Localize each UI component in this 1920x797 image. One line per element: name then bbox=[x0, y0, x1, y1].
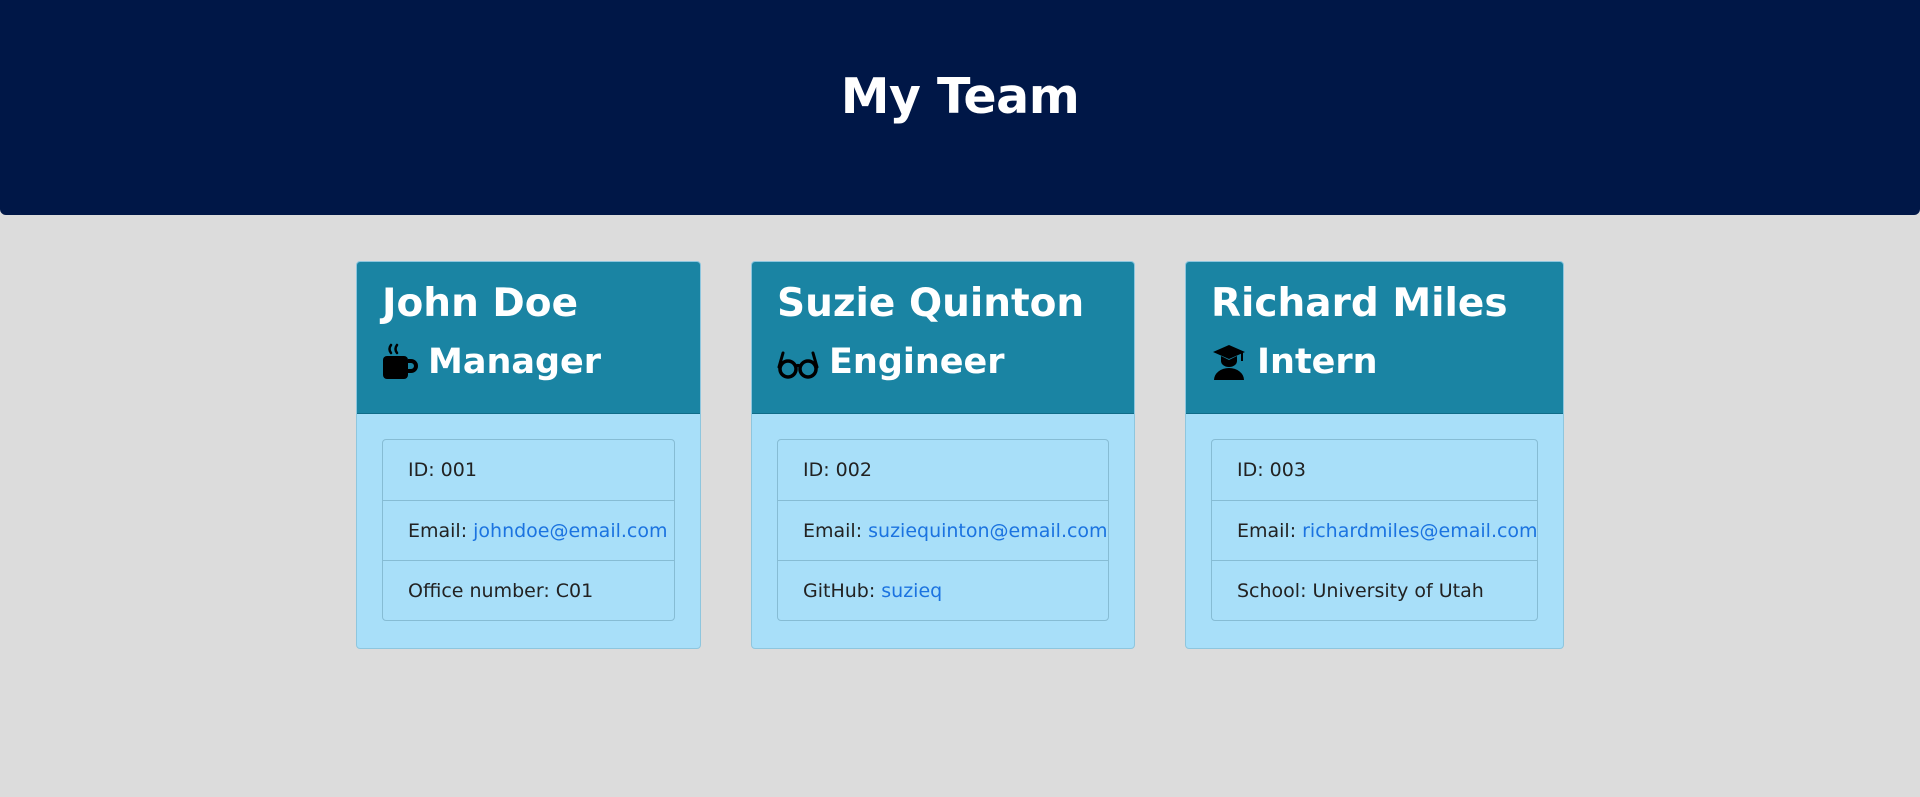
employee-card-engineer: Suzie Quinton Engineer ID: 002 Email: su… bbox=[751, 261, 1135, 649]
github-label: GitHub: bbox=[803, 579, 876, 602]
office-number-item: Office number: C01 bbox=[383, 560, 674, 620]
employee-card-intern: Richard Miles Intern ID: 003 Email: rich… bbox=[1185, 261, 1564, 649]
email-link[interactable]: johndoe@email.com bbox=[473, 520, 667, 542]
employee-card-manager: John Doe Manager ID: 001 Email: johndoe@… bbox=[356, 261, 701, 649]
employee-name: Suzie Quinton bbox=[777, 281, 1085, 326]
employee-name: Richard Miles bbox=[1211, 281, 1508, 326]
id-text: ID: 003 bbox=[1237, 459, 1306, 481]
card-header: Suzie Quinton Engineer bbox=[752, 262, 1134, 414]
email-link[interactable]: suziequinton@email.com bbox=[868, 520, 1107, 542]
id-item: ID: 001 bbox=[383, 440, 674, 500]
office-number-text: Office number: C01 bbox=[408, 579, 594, 602]
card-body: ID: 003 Email: richardmiles@email.com Sc… bbox=[1186, 414, 1563, 646]
card-body: ID: 001 Email: johndoe@email.com Office … bbox=[357, 414, 700, 646]
id-text: ID: 001 bbox=[408, 459, 477, 481]
email-label: Email: bbox=[1237, 519, 1297, 542]
id-text: ID: 002 bbox=[803, 459, 872, 481]
coffee-mug-icon bbox=[382, 343, 418, 381]
card-header: Richard Miles Intern bbox=[1186, 262, 1563, 414]
email-item: Email: richardmiles@email.com bbox=[1212, 500, 1538, 560]
email-label: Email: bbox=[408, 519, 468, 542]
github-link[interactable]: suzieq bbox=[881, 580, 942, 602]
employee-role: Engineer bbox=[777, 340, 1109, 384]
id-item: ID: 003 bbox=[1212, 440, 1537, 500]
email-item: Email: suziequinton@email.com bbox=[778, 500, 1108, 560]
email-link[interactable]: richardmiles@email.com bbox=[1302, 520, 1537, 542]
card-header: John Doe Manager bbox=[357, 262, 700, 414]
id-item: ID: 002 bbox=[778, 440, 1108, 500]
email-label: Email: bbox=[803, 519, 863, 542]
card-body: ID: 002 Email: suziequinton@email.com Gi… bbox=[752, 414, 1134, 646]
employee-name: John Doe bbox=[382, 281, 579, 326]
page-header: My Team bbox=[0, 0, 1920, 215]
role-label: Manager bbox=[428, 342, 602, 382]
page-title: My Team bbox=[840, 68, 1080, 125]
info-list: ID: 003 Email: richardmiles@email.com Sc… bbox=[1211, 439, 1538, 621]
glasses-icon bbox=[777, 343, 819, 381]
email-item: Email: johndoe@email.com bbox=[383, 500, 674, 560]
info-list: ID: 001 Email: johndoe@email.com Office … bbox=[382, 439, 675, 621]
role-label: Intern bbox=[1257, 342, 1378, 382]
github-item: GitHub: suzieq bbox=[778, 560, 1108, 620]
employee-role: Intern bbox=[1211, 340, 1538, 384]
info-list: ID: 002 Email: suziequinton@email.com Gi… bbox=[777, 439, 1109, 621]
school-item: School: University of Utah bbox=[1212, 560, 1537, 620]
role-label: Engineer bbox=[829, 342, 1005, 382]
employee-role: Manager bbox=[382, 340, 675, 384]
graduate-icon bbox=[1211, 343, 1247, 381]
school-text: School: University of Utah bbox=[1237, 579, 1484, 602]
